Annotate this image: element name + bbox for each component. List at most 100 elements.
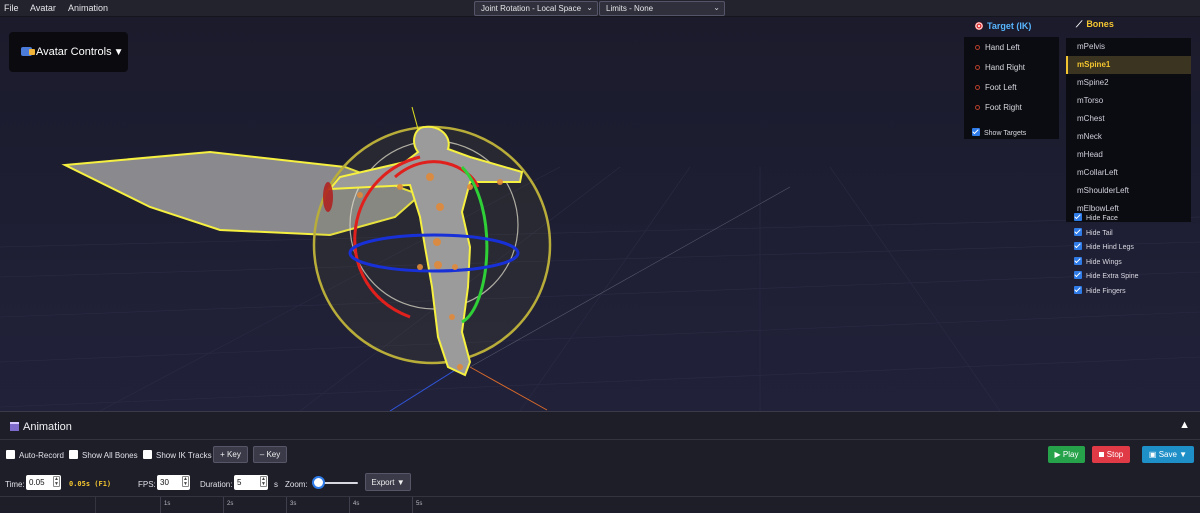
hide-wings-checkbox[interactable] [1074, 256, 1082, 265]
save-button[interactable]: ▣ Save ▼ [1142, 446, 1194, 463]
bone-item[interactable]: mCollarLeft [1066, 164, 1191, 182]
rotation-mode-value: Joint Rotation - Local Space [481, 4, 582, 13]
hide-fingers-option[interactable]: Hide Fingers [1074, 285, 1139, 301]
play-label: Play [1062, 450, 1079, 459]
chevron-down-icon: ⌄ [713, 3, 720, 12]
stop-label: Stop [1106, 450, 1124, 459]
duration-input[interactable]: 5 ▲ ▼ [234, 475, 268, 490]
hide-face-checkbox[interactable] [1074, 213, 1082, 221]
fps-input[interactable]: 30 ▲ ▼ [157, 475, 190, 490]
bone-item[interactable]: mNeck [1066, 128, 1191, 146]
hide-hind-legs-checkbox[interactable] [1074, 242, 1082, 251]
bones-panel: ⟋ Bones mPelvis mSpine1 mSpine2 mTorso mC… [1065, 17, 1191, 222]
zoom-label: Zoom: [285, 480, 308, 489]
duration-label: Duration: [200, 480, 233, 489]
hide-option-label: Hide Fingers [1086, 287, 1126, 295]
caret-down-icon: ▼ [1179, 450, 1188, 459]
limits-select[interactable]: Limits - None ⌄ [599, 1, 725, 16]
hide-fingers-checkbox[interactable] [1074, 285, 1082, 294]
animation-settings-row: Time: 0.05 ▲ ▼ 0.05s (F1) FPS: 30 ▲ ▼ Durati… [0, 470, 1200, 494]
fps-label: FPS: [138, 480, 156, 489]
save-label: Save [1158, 450, 1177, 459]
duration-unit: s [274, 480, 278, 489]
hide-wings-option[interactable]: Hide Wings [1074, 256, 1139, 272]
rotation-mode-select[interactable]: Joint Rotation - Local Space ⌄ [474, 1, 598, 16]
play-icon: ▶ [1054, 450, 1061, 459]
remove-key-button[interactable]: – Key [253, 446, 287, 463]
ik-panel-header: Target (IK) [964, 17, 1059, 37]
time-display: 0.05s (F1) [69, 480, 112, 488]
show-targets-option[interactable]: Show Targets [972, 128, 1026, 137]
avatar-controls-label: Avatar Controls [36, 46, 112, 58]
stop-button[interactable]: Stop [1092, 446, 1130, 463]
show-ik-tracks-label: Show IK Tracks [156, 451, 212, 460]
animation-controls-row: Auto-Record Show All Bones Show IK Track… [0, 441, 1200, 467]
time-input[interactable]: 0.05 ▲ ▼ [26, 475, 61, 490]
spinner-icon[interactable]: ▲ ▼ [53, 476, 60, 487]
animation-panel-header: Animation ▲ [0, 412, 1200, 440]
show-targets-checkbox[interactable] [972, 128, 980, 136]
collapse-icon[interactable]: ▲ [1179, 419, 1190, 431]
bone-item[interactable]: mPelvis [1066, 38, 1191, 56]
fps-value: 30 [160, 478, 169, 487]
menu-animation[interactable]: Animation [68, 3, 108, 13]
time-label: Time: [5, 480, 25, 489]
bones-list[interactable]: mPelvis mSpine1 mSpine2 mTorso mChest mN… [1066, 38, 1191, 222]
ik-target-hand-left[interactable]: Hand Left [964, 43, 1059, 63]
hide-option-label: Hide Hind Legs [1086, 244, 1134, 252]
spinner-icon[interactable]: ▲ ▼ [182, 476, 189, 487]
ik-target-foot-right[interactable]: Foot Right [964, 103, 1059, 123]
menu-bar: File Avatar Animation Joint Rotation - L… [0, 0, 1200, 17]
hide-extra-spine-checkbox[interactable] [1074, 271, 1082, 280]
target-ring-icon [975, 85, 980, 90]
ik-target-hand-right[interactable]: Hand Right [964, 63, 1059, 83]
animation-title-label: Animation [23, 421, 72, 433]
menu-avatar[interactable]: Avatar [30, 3, 56, 13]
show-all-bones-option[interactable]: Show All Bones [69, 450, 138, 460]
menu-file[interactable]: File [4, 3, 19, 13]
animation-title: Animation [10, 421, 72, 433]
export-button[interactable]: Export ▼ [365, 473, 411, 491]
stop-icon [1098, 452, 1104, 457]
ik-target-label: Hand Left [985, 43, 1020, 52]
caret-down-icon: ▼ [396, 478, 405, 487]
theater-mask-icon [21, 47, 35, 56]
hide-option-label: Hide Face [1086, 215, 1118, 222]
bones-panel-header: ⟋ Bones [1065, 17, 1191, 35]
auto-record-option[interactable]: Auto-Record [6, 450, 64, 460]
bone-item[interactable]: mTorso [1066, 92, 1191, 110]
hide-option-label: Hide Extra Spine [1086, 273, 1139, 281]
hide-hind-legs-option[interactable]: Hide Hind Legs [1074, 242, 1139, 257]
show-targets-label: Show Targets [984, 130, 1027, 137]
target-ring-icon [975, 105, 980, 110]
bone-item-selected[interactable]: mSpine1 [1066, 56, 1191, 74]
bone-item[interactable]: mSpine2 [1066, 74, 1191, 92]
chevron-down-icon: ⌄ [586, 3, 593, 12]
hide-face-option[interactable]: Hide Face [1074, 213, 1139, 228]
animation-panel: Animation ▲ Auto-Record Show All Bones S… [0, 411, 1200, 513]
bone-item[interactable]: mHead [1066, 146, 1191, 164]
show-ik-tracks-option[interactable]: Show IK Tracks [143, 450, 212, 460]
hide-extra-spine-option[interactable]: Hide Extra Spine [1074, 271, 1139, 286]
bone-item[interactable]: mChest [1066, 110, 1191, 128]
timeline-ruler[interactable]: 1s 2s 3s 4s 5s [0, 496, 1200, 513]
ik-target-label: Hand Right [985, 63, 1026, 72]
floppy-disk-icon: ▣ [1148, 450, 1157, 459]
show-ik-tracks-checkbox[interactable] [143, 450, 152, 459]
ik-target-list: Hand Left Hand Right Foot Left Foot Righ… [964, 37, 1059, 139]
play-button[interactable]: ▶ Play [1048, 446, 1085, 463]
hide-tail-option[interactable]: Hide Tail [1074, 227, 1139, 243]
hide-tail-checkbox[interactable] [1074, 227, 1082, 236]
ik-target-label: Foot Left [985, 83, 1017, 92]
zoom-slider-thumb[interactable] [312, 476, 325, 489]
hide-option-label: Hide Wings [1086, 258, 1122, 266]
clapperboard-icon [10, 422, 19, 431]
show-all-bones-checkbox[interactable] [69, 450, 78, 459]
ik-target-foot-left[interactable]: Foot Left [964, 83, 1059, 103]
auto-record-checkbox[interactable] [6, 450, 15, 459]
ik-target-label: Foot Right [985, 103, 1022, 112]
avatar-controls-toggle[interactable]: Avatar Controls ▼ [9, 32, 128, 72]
add-key-button[interactable]: + Key [213, 446, 248, 463]
bone-item[interactable]: mShoulderLeft [1066, 182, 1191, 200]
spinner-icon[interactable]: ▲ ▼ [260, 476, 267, 487]
